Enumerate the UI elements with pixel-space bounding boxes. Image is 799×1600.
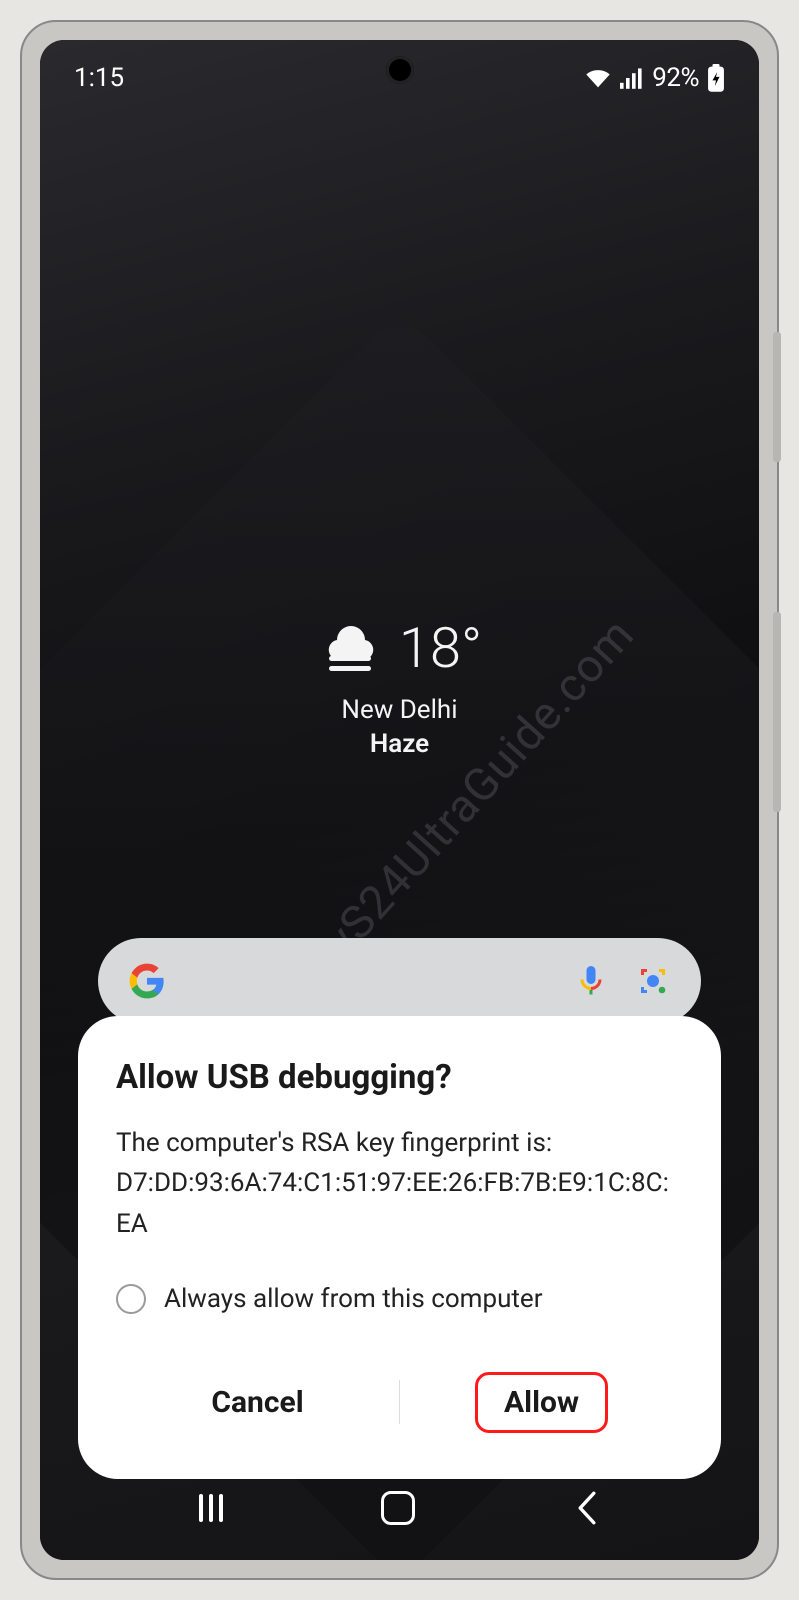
allow-highlight-box: Allow: [475, 1372, 608, 1433]
google-lens-icon[interactable]: [635, 963, 671, 999]
phone-frame: 1:15 92%: [20, 20, 779, 1580]
weather-temperature: 18°: [399, 615, 482, 681]
dialog-body: The computer's RSA key fingerprint is: D…: [116, 1123, 683, 1244]
haze-icon: [317, 618, 381, 678]
battery-charging-icon: [707, 64, 725, 92]
google-logo-icon: [128, 962, 166, 1000]
weather-widget[interactable]: 18° New Delhi Haze: [40, 615, 759, 759]
usb-debugging-dialog: Allow USB debugging? The computer's RSA …: [78, 1016, 721, 1479]
always-allow-row[interactable]: Always allow from this computer: [116, 1284, 683, 1314]
cancel-button[interactable]: Cancel: [116, 1369, 399, 1436]
weather-condition: Haze: [40, 729, 759, 759]
weather-location: New Delhi: [40, 695, 759, 725]
side-button-bottom: [773, 612, 781, 812]
mic-icon[interactable]: [573, 963, 609, 999]
allow-button[interactable]: Allow: [400, 1356, 683, 1449]
rsa-fingerprint: D7:DD:93:6A:74:C1:51:97:EE:26:FB:7B:E9:1…: [116, 1168, 669, 1238]
dialog-body-intro: The computer's RSA key fingerprint is:: [116, 1128, 552, 1158]
google-search-bar[interactable]: [98, 938, 701, 1024]
home-button[interactable]: [381, 1491, 415, 1525]
checkbox-unchecked-icon[interactable]: [116, 1284, 146, 1314]
back-button[interactable]: [574, 1491, 600, 1525]
battery-percent: 92%: [652, 63, 699, 93]
dialog-title: Allow USB debugging?: [116, 1058, 683, 1097]
wifi-icon: [584, 67, 612, 89]
home-screen: 1:15 92%: [40, 40, 759, 1560]
cellular-signal-icon: [620, 67, 644, 89]
recents-button[interactable]: [199, 1494, 223, 1522]
status-time: 1:15: [74, 63, 124, 93]
navigation-bar: [40, 1478, 759, 1538]
always-allow-label: Always allow from this computer: [164, 1284, 543, 1314]
status-bar: 1:15 92%: [40, 58, 759, 98]
side-button-top: [773, 332, 781, 462]
